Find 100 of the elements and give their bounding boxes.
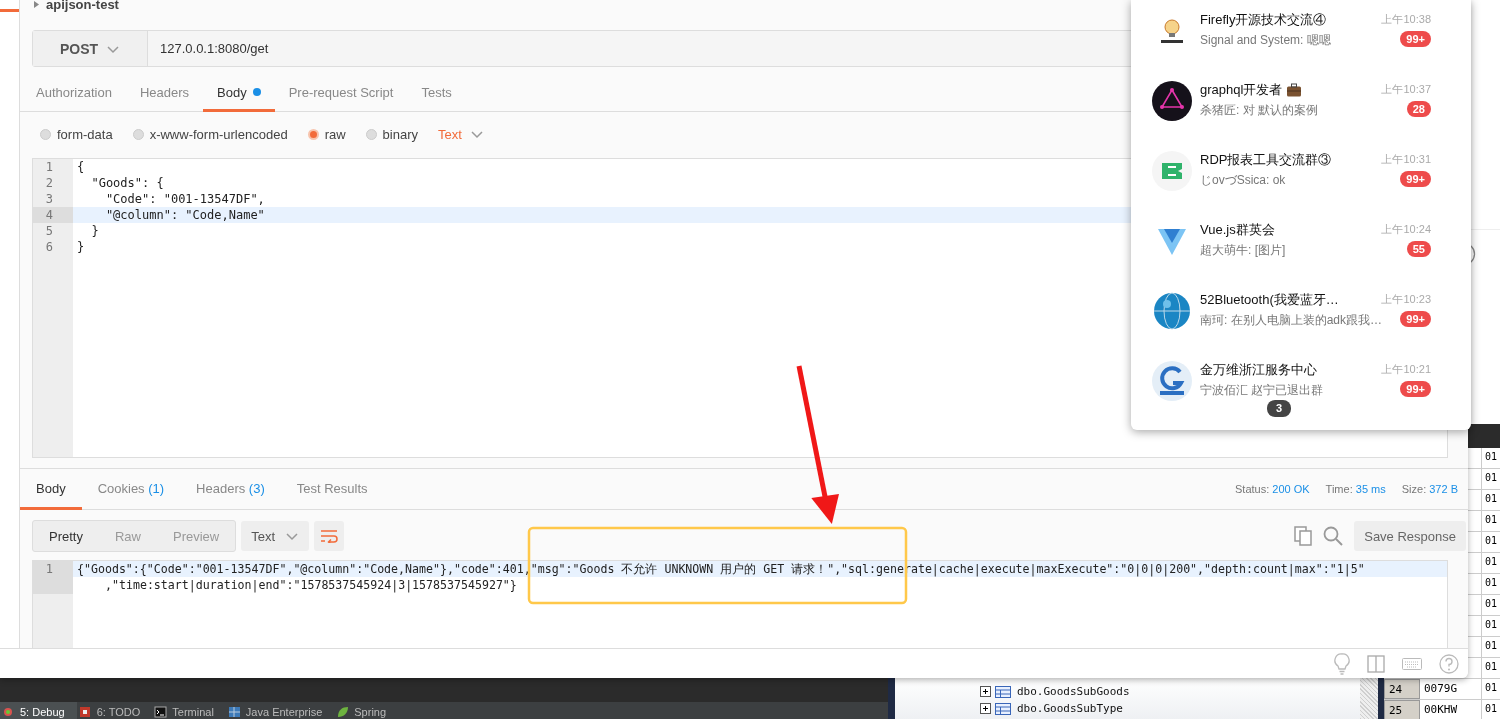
timestamp: 上午10:23 xyxy=(1381,292,1431,307)
table-cell: 00KHW xyxy=(1420,700,1482,719)
table-cell-text: 01 xyxy=(1484,576,1499,590)
row-number: 25 xyxy=(1384,700,1420,719)
lightbulb-icon[interactable] xyxy=(1334,652,1350,675)
radio-button[interactable] xyxy=(40,128,51,140)
radio-option[interactable]: form-data xyxy=(28,126,121,142)
list-icon xyxy=(78,704,92,719)
grid-icon xyxy=(227,704,241,719)
request-tab[interactable]: Authorization xyxy=(22,75,126,112)
tool-window-tab[interactable]: Spring xyxy=(334,702,399,719)
chat-name[interactable]: 52Bluetooth(我爱蓝牙… xyxy=(1200,291,1339,309)
table-cell-text: 01 xyxy=(1484,471,1499,485)
request-tab[interactable]: Pre-request Script xyxy=(274,75,408,112)
chat-name[interactable]: graphql开发者 xyxy=(1200,81,1283,99)
chat-name[interactable]: Firefly开源技术交流④ xyxy=(1200,11,1327,29)
code-line: "Code": "001-13547DF", xyxy=(104,191,265,207)
status-text: Size: 372 B xyxy=(1401,483,1458,495)
radio-option[interactable]: raw xyxy=(295,126,354,142)
leaf-icon xyxy=(336,704,350,719)
table-cell-text: 01 xyxy=(1484,555,1499,569)
table-cell-text: 01 xyxy=(1484,534,1499,548)
request-tab[interactable]: Body xyxy=(203,75,275,112)
table-cell-text: 01 xyxy=(1484,618,1499,632)
tool-window-tab[interactable]: 6: TODO xyxy=(76,702,153,719)
radio-option[interactable]: x-www-form-urlencoded xyxy=(120,126,296,142)
line-number: 1 xyxy=(33,561,73,594)
tool-window-tab[interactable]: Java Enterprise xyxy=(225,702,335,719)
tool-window-tab[interactable]: Terminal xyxy=(152,702,226,719)
search-icon[interactable] xyxy=(1323,526,1344,546)
code-line: } xyxy=(76,239,85,255)
message-preview: Signal and System: 嗯嗯 xyxy=(1200,32,1331,49)
terminal-icon xyxy=(154,704,168,719)
radio-button[interactable] xyxy=(307,128,319,140)
response-tab[interactable]: Headers (3) xyxy=(180,469,281,510)
response-tab[interactable]: Body xyxy=(20,469,82,510)
code-line: "Goods": { xyxy=(90,175,164,191)
save-response-button[interactable]: Save Response xyxy=(1354,521,1466,551)
copy-icon[interactable] xyxy=(1294,526,1313,546)
help-icon[interactable] xyxy=(1439,653,1459,674)
message-preview: じovづSsica: ok xyxy=(1200,172,1286,189)
message-preview: 超大萌牛: [图片] xyxy=(1200,242,1286,259)
chat-name[interactable]: RDP报表工具交流群③ xyxy=(1200,151,1332,169)
expand-icon xyxy=(980,703,991,714)
unread-badge: 28 xyxy=(1406,101,1431,117)
table-cell-text: 01 xyxy=(1484,639,1499,653)
expand-icon xyxy=(980,686,991,697)
unread-badge: 99+ xyxy=(1400,31,1431,47)
timestamp: 上午10:38 xyxy=(1381,12,1431,27)
triangle-logo-icon[interactable] xyxy=(1152,81,1192,121)
table-icon xyxy=(995,702,1011,715)
chat-name[interactable]: Vue.js群英会 xyxy=(1200,221,1275,239)
tree-item[interactable]: dbo.GoodsSubType xyxy=(1017,702,1123,715)
message-preview: 南珂: 在别人电脑上装的adk跟我… xyxy=(1200,312,1382,329)
selection-bar xyxy=(0,9,19,12)
wrap-button[interactable] xyxy=(314,521,345,551)
code-line: "@column": "Code,Name" xyxy=(104,207,265,223)
response-tab[interactable]: Cookies (1) xyxy=(81,469,181,510)
code-line: ,"time:start|duration|end":"1578537545924|3|1578537545927"} xyxy=(104,577,517,593)
swirl-logo-icon[interactable] xyxy=(1152,361,1192,401)
status-text: Time: 35 ms xyxy=(1325,483,1386,495)
block-logo-icon[interactable] xyxy=(1152,151,1192,191)
table-cell-text: 01 xyxy=(1484,660,1499,674)
tree-item[interactable]: dbo.GoodsSubGoods xyxy=(1017,685,1130,698)
table-cell-text: 01 xyxy=(1484,597,1499,611)
tool-window-tab[interactable]: 5: Debug xyxy=(0,702,77,719)
response-tab[interactable]: Test Results xyxy=(280,469,384,510)
table-cell-text: 01 xyxy=(1484,702,1499,716)
two-pane-icon[interactable] xyxy=(1367,654,1385,673)
unread-badge: 99+ xyxy=(1400,381,1431,397)
chat-name[interactable]: 金万维浙江服务中心 xyxy=(1200,361,1317,379)
request-tab[interactable]: Headers xyxy=(125,75,204,112)
table-cell: 0079G xyxy=(1420,679,1482,699)
wrap-icon xyxy=(320,529,339,543)
line-number: 4 xyxy=(33,207,73,223)
keyboard-icon[interactable] xyxy=(1402,657,1422,670)
timestamp: 上午10:24 xyxy=(1381,222,1431,237)
timestamp: 上午10:21 xyxy=(1381,362,1431,377)
row-number: 24 xyxy=(1384,679,1420,699)
unread-badge: 99+ xyxy=(1400,311,1431,327)
format-dropdown[interactable]: Text xyxy=(241,521,310,551)
scrollbar xyxy=(1360,678,1384,719)
radio-button[interactable] xyxy=(365,128,377,140)
chevron-icon xyxy=(285,530,300,542)
table-cell-text: 01 xyxy=(1484,450,1499,464)
status-text: Status: 200 OK xyxy=(1235,483,1310,495)
collection-name[interactable]: apijson-test xyxy=(46,0,119,12)
caret-icon[interactable] xyxy=(33,0,40,9)
globe-icon[interactable] xyxy=(1152,291,1192,331)
table-cell-text: 01 xyxy=(1484,681,1499,695)
view-mode-tab[interactable]: Pretty xyxy=(33,521,99,551)
radio-button[interactable] xyxy=(132,128,144,140)
radio-option[interactable]: binary xyxy=(353,126,426,142)
code-line: } xyxy=(90,223,99,239)
count-bubble: 3 xyxy=(1267,400,1292,417)
chevron-icon xyxy=(469,128,484,140)
message-preview: 杀猪匠: 对 默认的案例 xyxy=(1200,102,1318,119)
method-dropdown[interactable]: POST xyxy=(33,31,148,66)
unread-badge: 99+ xyxy=(1400,171,1431,187)
table-cell-text: 01 xyxy=(1484,492,1499,506)
